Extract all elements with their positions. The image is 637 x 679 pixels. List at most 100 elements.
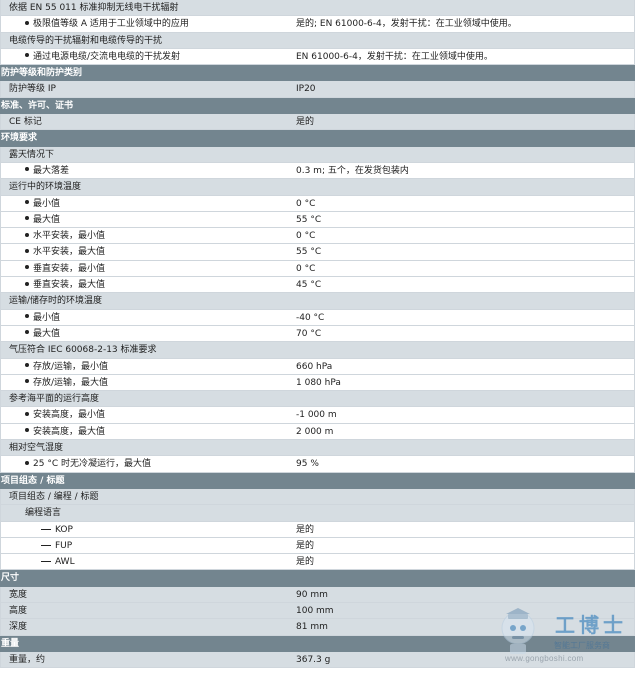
row-label: 最大落差 [1,163,69,178]
bullet-icon [25,460,29,465]
row-label-text: 最大值 [33,214,61,225]
row-value: 45 °C [296,280,322,291]
row-value: 0 °C [296,231,316,242]
row-label-text: 垂直安装，最小值 [33,263,106,274]
row-label-text: 高度 [9,605,28,616]
table-row: AWL 是的 [0,554,635,571]
spec-table: 依据 EN 55 011 标准抑制无线电干扰辐射极限值等级 A 适用于工业领域中… [0,0,635,669]
table-row: 项目组态 / 编程 / 标题 [0,488,635,506]
row-label: 宽度 [1,587,28,602]
bullet-icon [25,216,29,221]
row-label-text: 宽度 [9,589,28,600]
table-row: 运行中的环境温度 [0,179,635,196]
row-label-text: 电缆传导的干扰辐射和电缆传导的干扰 [9,35,163,46]
table-row: 气压符合 IEC 60068-2-13 标准要求 [0,342,635,359]
row-label-text: 尺寸 [1,573,20,584]
table-row: FUP 是的 [0,537,635,555]
row-label-text: 最小值 [33,312,61,323]
row-value: 100 mm [296,605,334,616]
row-label-text: 深度 [9,622,28,633]
row-label: 垂直安装，最小值 [1,261,106,276]
row-label: 参考海平面的运行高度 [1,391,100,406]
row-label-text: 防护等级 IP [9,84,56,95]
row-label: 气压符合 IEC 60068-2-13 标准要求 [1,342,157,357]
bullet-icon [25,53,29,58]
row-label: 尺寸 [1,570,20,585]
row-value: 是的 [296,557,315,568]
bullet-icon [25,167,29,172]
row-label: 存放/运输，最小值 [1,359,109,374]
row-label-text: 垂直安装，最大值 [33,280,106,291]
section-header: 环境要求 [0,130,635,147]
row-value: 是的; EN 61000-6-4，发射干扰：在工业领域中使用。 [296,19,517,30]
row-label-text: CE 标记 [9,117,42,128]
bullet-icon [25,428,29,433]
table-row: 存放/运输，最小值 660 hPa [0,358,635,375]
row-label: 极限值等级 A 适用于工业领域中的应用 [1,16,189,31]
row-label: 最大值 [1,212,61,227]
row-label-text: 运行中的环境温度 [9,182,82,193]
row-label: 运行中的环境温度 [1,179,82,194]
row-value: 90 mm [296,589,328,600]
watermark-url: www.gongboshi.com [505,654,584,663]
row-label: 重量，约 [1,652,46,667]
table-row: CE 标记 是的 [0,114,635,131]
bullet-icon [25,232,29,237]
row-label-text: 存放/运输，最小值 [33,361,109,372]
dash-icon [41,528,51,530]
row-label: 标准、许可、证书 [1,98,74,113]
row-value: IP20 [296,84,316,95]
bullet-icon [25,379,29,384]
section-header: 标准、许可、证书 [0,97,635,115]
row-label: 项目组态 / 标题 [1,473,65,488]
row-label: 深度 [1,619,28,634]
row-value: -40 °C [296,312,325,323]
table-row: 安装高度，最大值 2 000 m [0,423,635,441]
table-row: 通过电源电缆/交流电电缆的干扰发射 EN 61000-6-4，发射干扰：在工业领域… [0,48,635,66]
row-label: 安装高度，最大值 [1,424,105,439]
row-value: 660 hPa [296,361,333,372]
robot-mascot-icon [501,608,535,654]
row-label: 最大值 [1,326,60,341]
section-header: 防护等级和防护类别 [0,65,635,82]
row-label: 最小值 [1,196,60,211]
row-label-text: 项目组态 / 编程 / 标题 [9,491,99,502]
table-row: 垂直安装，最小值 0 °C [0,260,635,278]
row-value: 2 000 m [296,426,334,437]
row-label-text: 水平安装，最小值 [33,231,106,242]
row-label: 安装高度，最小值 [1,407,105,422]
row-label: FUP [1,538,72,553]
row-label-text: 露天情况下 [9,149,55,160]
watermark-name: 工博士 [555,613,627,637]
row-value: 是的 [296,117,315,128]
row-value: -1 000 m [296,410,337,421]
bullet-icon [25,330,29,335]
row-label: 相对空气湿度 [1,440,64,455]
row-label-text: 项目组态 / 标题 [1,475,65,486]
row-label-text: 25 °C 时无冷凝运行，最大值 [33,459,151,470]
row-label: 露天情况下 [1,147,55,162]
bullet-icon [25,248,29,253]
table-row: 最小值 0 °C [0,195,635,212]
row-label-text: 参考海平面的运行高度 [9,394,100,405]
row-label-text: 通过电源电缆/交流电电缆的干扰发射 [33,51,181,62]
row-label-text: 标准、许可、证书 [1,100,74,111]
row-label-text: KOP [55,524,73,535]
table-row: 编程语言 [0,505,635,522]
row-label: AWL [1,554,75,569]
row-label: CE 标记 [1,114,42,129]
row-label: 25 °C 时无冷凝运行，最大值 [1,456,151,471]
row-label-text: 重量，约 [9,654,46,665]
section-header: 项目组态 / 标题 [0,472,635,489]
row-label: 水平安装，最大值 [1,244,105,259]
row-label: 高度 [1,603,28,618]
row-label-text: 相对空气湿度 [9,443,64,454]
dash-icon [41,561,51,563]
row-label: 最小值 [1,310,61,325]
table-row: 最大值 55 °C [0,211,635,229]
table-row: 最大值 70 °C [0,325,635,343]
bullet-icon [25,20,29,25]
row-label-text: 依据 EN 55 011 标准抑制无线电干扰辐射 [9,3,179,13]
table-row: 水平安装，最大值 55 °C [0,244,635,261]
row-label-text: 气压符合 IEC 60068-2-13 标准要求 [9,345,157,356]
